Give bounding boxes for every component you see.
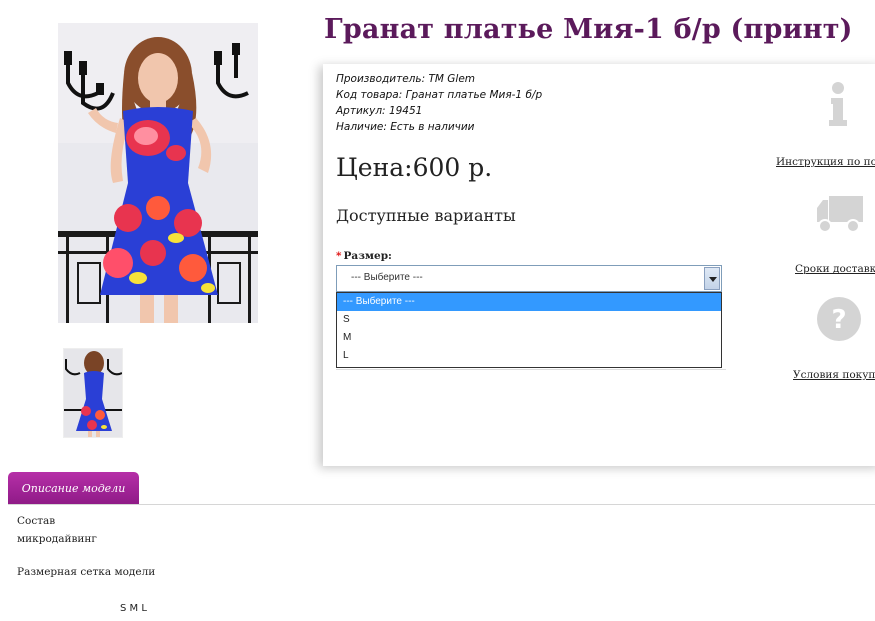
size-option-placeholder[interactable]: --- Выберите --- xyxy=(337,293,721,311)
product-meta: Производитель: ТМ Glem Код товара: Грана… xyxy=(336,71,542,135)
product-thumbnail[interactable] xyxy=(63,348,123,438)
product-photo[interactable] xyxy=(58,23,258,323)
code-row: Код товара: Гранат платье Мия-1 б/р xyxy=(336,87,542,103)
size-dropdown-list[interactable]: --- Выберите --- S M L xyxy=(336,292,722,368)
size-option-m[interactable]: M xyxy=(337,329,721,347)
composition-label: Состав xyxy=(17,515,56,527)
size-chart-label: Размерная сетка модели xyxy=(17,566,156,578)
tab-divider xyxy=(8,504,875,505)
code-label: Код товара: xyxy=(336,89,403,101)
product-info-panel: Производитель: ТМ Glem Код товара: Грана… xyxy=(323,64,875,466)
size-select-value: --- Выберите --- xyxy=(351,272,423,283)
availability-label: Наличие: xyxy=(336,121,387,133)
product-title: Гранат платье Мия-1 б/р (принт) xyxy=(324,14,853,45)
size-select[interactable]: --- Выберите --- xyxy=(336,265,722,292)
question-icon[interactable]: ? xyxy=(816,296,862,342)
required-marker: * xyxy=(336,250,342,262)
terms-link[interactable]: Условия покупки xyxy=(793,369,875,381)
article-label: Артикул: xyxy=(336,105,386,117)
product-price: Цена:600 р. xyxy=(336,153,493,182)
truck-icon[interactable] xyxy=(815,194,865,234)
size-option-l[interactable]: L xyxy=(337,347,721,365)
svg-text:?: ? xyxy=(831,305,846,335)
manufacturer-row: Производитель: ТМ Glem xyxy=(336,71,542,87)
size-label-text: Размер: xyxy=(343,250,392,262)
dropdown-arrow-icon[interactable] xyxy=(704,267,720,290)
delivery-link[interactable]: Сроки доставки xyxy=(795,263,875,275)
instruction-link[interactable]: Инструкция по покупке xyxy=(776,156,875,168)
variants-title: Доступные варианты xyxy=(336,206,516,225)
size-option-s[interactable]: S xyxy=(337,311,721,329)
composition-value: микродайвинг xyxy=(17,533,97,545)
size-chart-sizes: S M L xyxy=(120,603,147,614)
info-icon[interactable] xyxy=(823,80,853,128)
article-value: 19451 xyxy=(388,105,423,117)
availability-value: Есть в наличии xyxy=(390,121,475,133)
code-value: Гранат платье Мия-1 б/р xyxy=(405,89,543,101)
divider xyxy=(336,368,726,370)
manufacturer-label: Производитель: xyxy=(336,73,426,85)
size-label: * Размер: xyxy=(336,250,392,262)
tab-description[interactable]: Описание модели xyxy=(8,472,139,505)
manufacturer-value: ТМ Glem xyxy=(428,73,476,85)
availability-row: Наличие: Есть в наличии xyxy=(336,119,542,135)
article-row: Артикул: 19451 xyxy=(336,103,542,119)
